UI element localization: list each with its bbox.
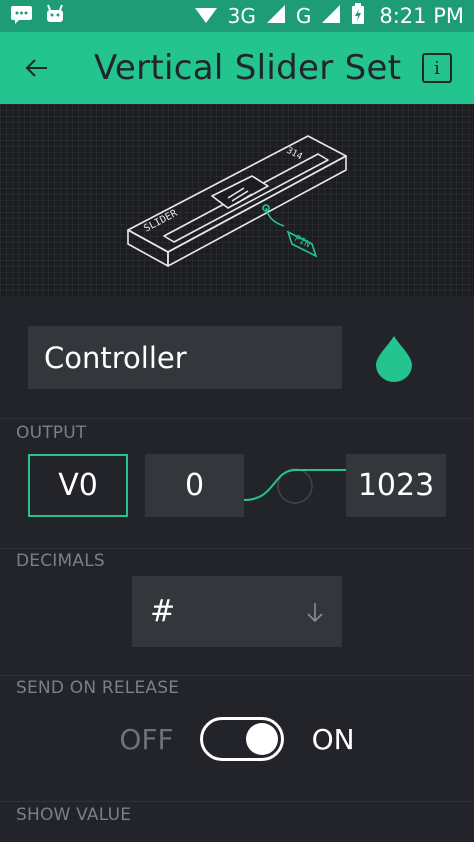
mapping-curve [244, 468, 346, 504]
widget-name-input[interactable]: Controller [28, 326, 342, 389]
illustration-slider-value: 314 [285, 146, 304, 162]
color-drop-icon [376, 336, 412, 382]
page-title: Vertical Slider Set [94, 48, 402, 88]
decimals-value: # [150, 594, 176, 629]
network-g-label: G [295, 4, 312, 28]
toggle-knob [245, 723, 278, 755]
android-notification-icon [44, 4, 66, 28]
color-picker-button[interactable] [374, 334, 414, 382]
wifi-icon [194, 4, 218, 28]
slider-illustration: SLIDER 314 PIN [127, 135, 347, 267]
message-notification-icon [10, 4, 34, 28]
widget-illustration: SLIDER 314 PIN [0, 104, 474, 296]
status-left [10, 4, 66, 28]
send-on-release-label: SEND ON RELEASE [16, 678, 180, 698]
battery-charging-icon [351, 3, 365, 29]
signal-icon [266, 4, 286, 28]
pin-select[interactable]: V0 [28, 454, 128, 517]
app-bar: Vertical Slider Set i [0, 32, 474, 104]
status-right: 3G G 8:21 PM [194, 3, 464, 29]
decimals-select[interactable]: # [132, 576, 342, 647]
divider [0, 418, 474, 419]
max-value-input[interactable]: 1023 [346, 454, 446, 517]
divider [0, 675, 474, 676]
min-value-input[interactable]: 0 [145, 454, 244, 517]
output-section-label: OUTPUT [16, 423, 87, 443]
decimals-section-label: DECIMALS [16, 551, 105, 571]
back-button[interactable] [0, 32, 74, 104]
show-value-label: SHOW VALUE [16, 805, 132, 825]
info-button[interactable]: i [422, 53, 452, 83]
toggle-on-label: ON [311, 722, 355, 756]
divider [0, 548, 474, 549]
send-on-release-row: OFF ON [0, 716, 474, 762]
toggle-off-label: OFF [119, 722, 174, 756]
network-3g-label: 3G [227, 4, 256, 28]
illustration-pin-label: PIN [293, 234, 312, 250]
send-on-release-toggle[interactable] [199, 717, 284, 761]
divider [0, 801, 474, 802]
back-arrow-icon [25, 59, 47, 77]
status-time: 8:21 PM [379, 4, 464, 28]
status-bar: 3G G 8:21 PM [0, 0, 474, 32]
signal-icon-2 [321, 4, 341, 28]
arrow-down-icon [307, 602, 323, 622]
